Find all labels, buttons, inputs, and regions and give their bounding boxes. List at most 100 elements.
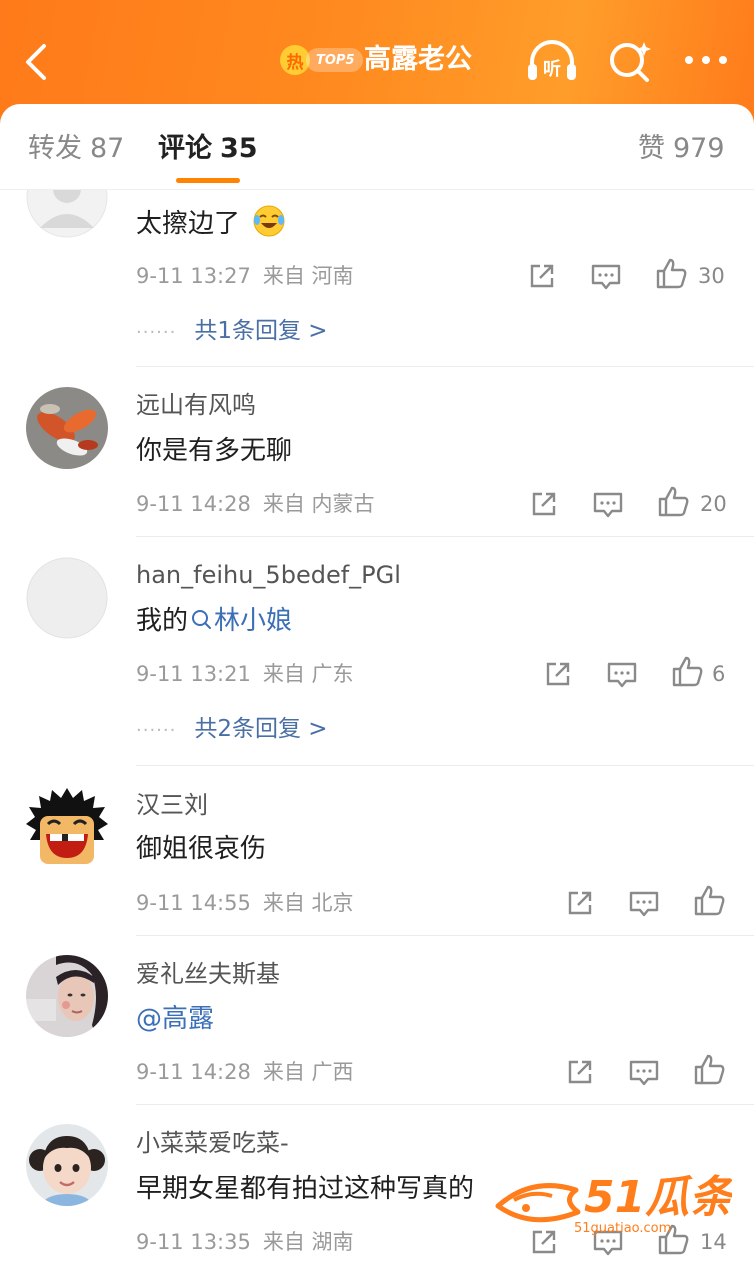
share-icon — [530, 264, 554, 288]
comment-icon — [591, 264, 621, 290]
comment-username[interactable]: 爱礼丝夫斯基 — [136, 959, 280, 989]
comment-location: 广西 — [311, 1060, 354, 1084]
comment-meta: 9-11 14:55 来自 北京 — [136, 889, 354, 917]
divider — [136, 366, 754, 367]
comment-username[interactable]: han_feihu_5bedef_PGl — [136, 560, 401, 590]
comment-from-label: 来自 — [262, 891, 305, 915]
reply-button[interactable] — [626, 885, 662, 921]
comment-username[interactable]: 小菜菜爱吃菜- — [136, 1128, 289, 1158]
avatar[interactable] — [26, 1124, 108, 1206]
comment-from-label: 来自 — [262, 1060, 305, 1084]
thumbs-up-icon — [694, 1054, 725, 1085]
replies-label: 共1条回复 > — [194, 318, 328, 344]
tab-reposts[interactable]: 转发 87 — [28, 132, 124, 166]
comment-time: 9-11 14:55 — [136, 891, 251, 915]
reply-button[interactable] — [604, 656, 640, 692]
tab-likes[interactable]: 赞 979 — [638, 132, 725, 166]
chevron-left-icon — [26, 44, 46, 80]
share-button[interactable] — [524, 258, 560, 294]
reply-button[interactable] — [588, 258, 624, 294]
like-button[interactable] — [692, 883, 728, 919]
divider — [136, 765, 754, 766]
comment-time: 9-11 13:21 — [136, 662, 251, 686]
comment-meta: 9-11 13:27 来自 河南 — [136, 262, 354, 290]
search-button[interactable] — [606, 38, 654, 84]
search-topic-link[interactable]: 林小娘 — [188, 606, 292, 636]
like-count: 6 — [712, 662, 726, 686]
share-button[interactable] — [540, 656, 576, 692]
search-icon — [610, 42, 651, 82]
comment-location: 河南 — [311, 264, 354, 288]
search-icon — [192, 610, 212, 629]
comment-meta: 9-11 14:28 来自 广西 — [136, 1058, 354, 1086]
avatar[interactable] — [26, 955, 108, 1037]
comment-meta: 9-11 13:35 来自 湖南 — [136, 1228, 354, 1256]
comment-time: 9-11 13:35 — [136, 1230, 251, 1254]
comment-meta: 9-11 14:28 来自 内蒙古 — [136, 490, 375, 518]
comment-location: 广东 — [311, 662, 354, 686]
comment-username[interactable]: 汉三刘 — [136, 790, 208, 820]
avatar[interactable] — [26, 557, 108, 639]
thumbs-up-icon — [694, 885, 725, 916]
reply-button[interactable] — [590, 486, 626, 522]
comment-icon — [607, 662, 637, 688]
search-topic-text: 林小娘 — [214, 606, 293, 636]
share-button[interactable] — [562, 1054, 598, 1090]
tab-label: 评论 — [158, 133, 212, 164]
watermark-url: 51guatiao.com — [574, 1221, 671, 1236]
comment-text-content: 太擦边了 — [136, 209, 241, 239]
comment-text: 你是有多无聊 — [136, 436, 293, 466]
tab-comments[interactable]: 评论 35 — [158, 132, 258, 166]
thumbs-up-icon — [672, 656, 703, 687]
comment-text: 御姐很哀伤 — [136, 834, 267, 864]
more-dots-icon — [685, 56, 727, 64]
hot-rank-label: TOP5 — [306, 48, 363, 72]
comment-text: 太擦边了 — [136, 204, 286, 241]
comment-text: 早期女星都有拍过这种写真的 — [136, 1174, 475, 1204]
share-button[interactable] — [562, 885, 598, 921]
like-count: 30 — [698, 264, 725, 288]
like-button[interactable] — [656, 484, 692, 520]
listen-button[interactable]: 听 — [524, 38, 580, 84]
avatar[interactable] — [26, 387, 108, 469]
tab-count: 35 — [220, 133, 258, 164]
mention-link[interactable]: @高露 — [136, 1002, 214, 1036]
like-button[interactable] — [670, 654, 706, 690]
tab-bar: 转发 87 评论 35 赞 979 — [0, 104, 754, 190]
laughing-crying-emoji-icon — [253, 205, 285, 237]
like-button[interactable] — [654, 256, 690, 292]
dots-icon: ······ — [136, 720, 177, 741]
avatar[interactable] — [26, 786, 108, 868]
like-button[interactable] — [692, 1052, 728, 1088]
more-button[interactable] — [680, 40, 732, 80]
divider — [136, 935, 754, 936]
headphones-icon: 听 — [528, 40, 576, 80]
back-button[interactable] — [18, 40, 58, 84]
replies-label: 共2条回复 > — [194, 716, 328, 742]
share-icon — [568, 891, 592, 915]
share-icon — [532, 492, 556, 516]
listen-label: 听 — [543, 58, 561, 80]
topic-title[interactable]: 高露老公 — [364, 42, 472, 78]
comment-location: 北京 — [311, 891, 354, 915]
comment-time: 9-11 14:28 — [136, 492, 251, 516]
tab-label: 赞 — [638, 133, 665, 164]
thumbs-up-icon — [658, 486, 689, 517]
reply-button[interactable] — [626, 1054, 662, 1090]
comment-icon — [593, 492, 623, 518]
thumbs-up-icon — [656, 258, 687, 289]
view-replies-link[interactable]: ······ 共1条回复 > — [136, 316, 328, 348]
comment-icon — [629, 1060, 659, 1086]
comment-location: 湖南 — [311, 1230, 354, 1254]
dots-icon: ······ — [136, 322, 177, 343]
comment-from-label: 来自 — [262, 264, 305, 288]
hot-rank-badge[interactable]: 热 TOP5 — [280, 44, 363, 76]
share-button[interactable] — [526, 486, 562, 522]
tab-count: 87 — [90, 133, 125, 164]
comment-text-prefix: 我的 — [136, 606, 189, 636]
comment-username[interactable]: 远山有风鸣 — [136, 390, 256, 420]
view-replies-link[interactable]: ······ 共2条回复 > — [136, 714, 328, 746]
share-icon — [546, 662, 570, 686]
divider — [136, 1104, 754, 1105]
divider — [136, 536, 754, 537]
